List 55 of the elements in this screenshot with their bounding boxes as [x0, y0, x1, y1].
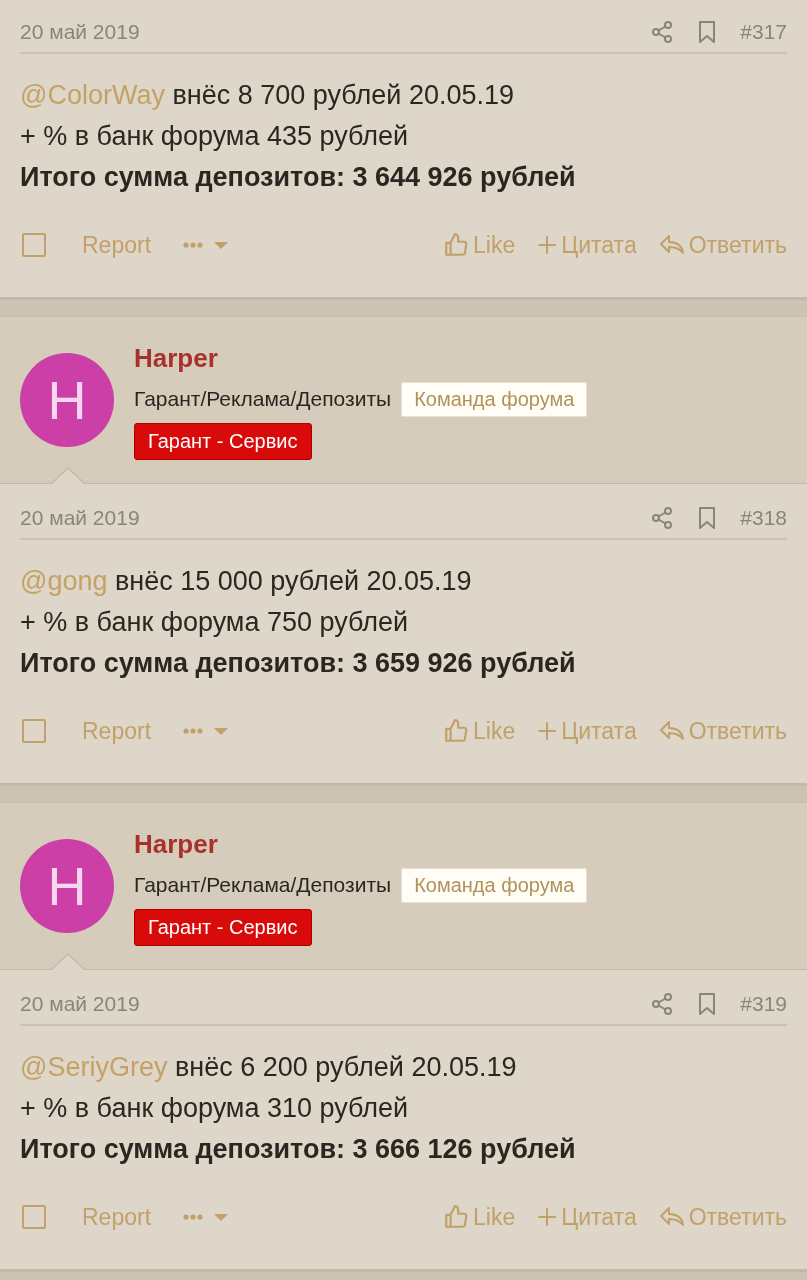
- quote-button[interactable]: Цитата: [537, 231, 637, 259]
- select-checkbox[interactable]: [22, 719, 46, 743]
- reply-button[interactable]: Ответить: [658, 1203, 787, 1231]
- post-number[interactable]: #318: [740, 506, 787, 530]
- post-text: + % в банк форума 310 рублей: [20, 1092, 410, 1125]
- plus-icon[interactable]: [537, 235, 558, 255]
- user-mention[interactable]: @SeriyGrey: [20, 1052, 168, 1082]
- plus-icon[interactable]: [537, 1207, 558, 1227]
- like-button[interactable]: Like: [443, 231, 516, 259]
- username[interactable]: Harper: [134, 340, 588, 375]
- report-link[interactable]: Report: [82, 1203, 152, 1231]
- post-text: внёс 8 700 рублей 20.05.19: [172, 80, 514, 110]
- avatar[interactable]: H: [20, 353, 114, 447]
- quote-button[interactable]: Цитата: [537, 717, 637, 745]
- thumbs-up-icon[interactable]: [443, 1204, 469, 1230]
- share-icon[interactable]: [650, 506, 675, 530]
- post-date[interactable]: 20 май 2019: [20, 20, 140, 44]
- user-title: Гарант/Реклама/Депозиты: [134, 873, 392, 897]
- post-text: + % в банк форума 750 рублей: [20, 606, 410, 639]
- avatar[interactable]: H: [20, 839, 114, 933]
- report-link[interactable]: Report: [82, 717, 152, 745]
- thumbs-up-icon[interactable]: [443, 718, 469, 744]
- select-checkbox[interactable]: [22, 1205, 46, 1229]
- username[interactable]: Harper: [134, 826, 588, 861]
- reply-button[interactable]: Ответить: [658, 231, 787, 259]
- user-banner: Гарант - Сервис: [134, 422, 312, 460]
- post-number[interactable]: #317: [740, 20, 787, 44]
- like-button[interactable]: Like: [443, 717, 516, 745]
- thumbs-up-icon[interactable]: [443, 232, 469, 258]
- plus-icon[interactable]: [537, 721, 558, 741]
- team-badge: Команда форума: [401, 381, 588, 417]
- quote-button[interactable]: Цитата: [537, 1203, 637, 1231]
- post-total: Итого сумма депозитов: 3 659 926 рублей: [20, 647, 577, 680]
- reply-button[interactable]: Ответить: [658, 717, 787, 745]
- report-link[interactable]: Report: [82, 231, 152, 259]
- share-icon[interactable]: [650, 992, 675, 1016]
- reply-icon[interactable]: [658, 719, 685, 743]
- share-icon[interactable]: [650, 20, 675, 44]
- post-number[interactable]: #319: [740, 992, 787, 1016]
- post-total: Итого сумма депозитов: 3 644 926 рублей: [20, 161, 577, 194]
- user-title: Гарант/Реклама/Депозиты: [134, 387, 392, 411]
- post-text: внёс 6 200 рублей 20.05.19: [174, 1052, 517, 1082]
- reply-icon[interactable]: [658, 233, 685, 257]
- post-text: внёс 15 000 рублей 20.05.19: [115, 566, 472, 596]
- user-mention[interactable]: @ColorWay: [20, 80, 165, 110]
- post-text: + % в банк форума 435 рублей: [20, 120, 410, 153]
- user-banner: Гарант - Сервис: [134, 908, 312, 946]
- user-mention[interactable]: @gong: [20, 566, 108, 596]
- select-checkbox[interactable]: [22, 233, 46, 257]
- post-total: Итого сумма депозитов: 3 666 126 рублей: [20, 1133, 577, 1166]
- team-badge: Команда форума: [401, 867, 588, 903]
- like-button[interactable]: Like: [443, 1203, 516, 1231]
- reply-icon[interactable]: [658, 1205, 685, 1229]
- post-date[interactable]: 20 май 2019: [20, 992, 140, 1016]
- post-date[interactable]: 20 май 2019: [20, 506, 140, 530]
